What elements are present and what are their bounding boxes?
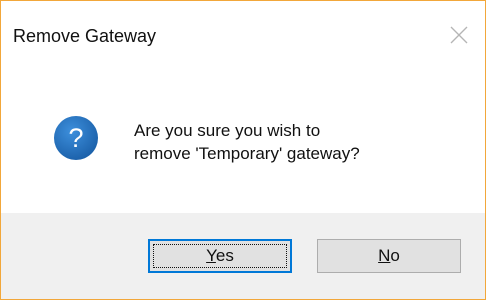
yes-label-rest: es	[215, 246, 234, 265]
no-mnemonic: N	[378, 246, 391, 265]
button-bar: Yes No	[1, 213, 485, 299]
message-dialog: Remove Gateway ? Are you sure you wish t…	[0, 0, 486, 300]
message-line-1: Are you sure you wish to	[134, 121, 321, 140]
close-icon	[450, 26, 468, 44]
yes-button-label: Yes	[206, 246, 234, 266]
dialog-title: Remove Gateway	[13, 26, 157, 46]
close-button[interactable]	[437, 17, 481, 53]
question-icon: ?	[54, 116, 98, 160]
yes-mnemonic: Y	[206, 246, 216, 265]
dialog-message: Are you sure you wish to remove 'Tempora…	[134, 119, 474, 165]
no-button-label: No	[378, 246, 400, 266]
message-line-2: remove 'Temporary' gateway?	[134, 144, 360, 163]
yes-button[interactable]: Yes	[148, 239, 292, 273]
dialog-content: ? Are you sure you wish to remove 'Tempo…	[1, 71, 485, 213]
no-label-rest: o	[390, 246, 400, 265]
title-bar: Remove Gateway	[1, 1, 485, 71]
svg-text:?: ?	[68, 123, 83, 153]
no-button[interactable]: No	[317, 239, 461, 273]
